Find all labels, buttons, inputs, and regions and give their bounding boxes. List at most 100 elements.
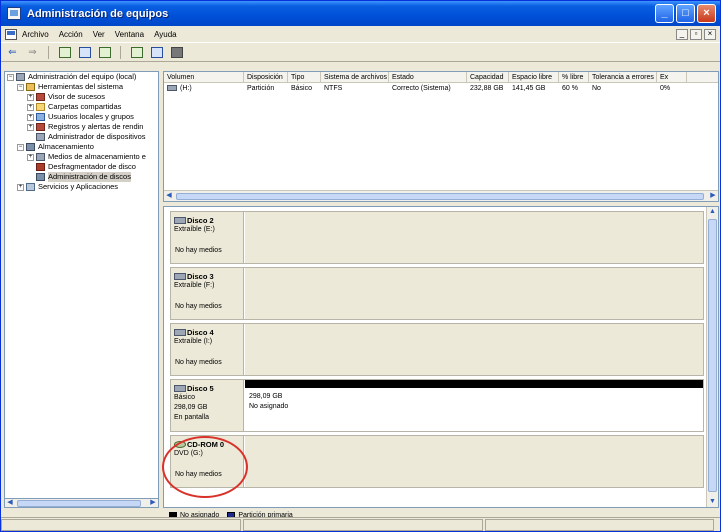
- mdi-minimize-button[interactable]: _: [676, 28, 688, 40]
- scroll-down-arrow-icon[interactable]: ▼: [707, 498, 718, 506]
- scroll-left-arrow-icon[interactable]: ◀: [5, 499, 15, 507]
- show-tree-icon[interactable]: [77, 45, 92, 59]
- expand-icon[interactable]: +: [27, 123, 34, 131]
- unallocated-region[interactable]: 298,09 GB No asignado: [245, 380, 703, 431]
- disk-row[interactable]: Disco 2 Extraíble (E:) No hay medios: [170, 211, 704, 264]
- scroll-left-arrow-icon[interactable]: ◀: [164, 192, 174, 200]
- tree-item[interactable]: + Carpetas compartidas: [5, 102, 158, 112]
- collapse-icon[interactable]: −: [17, 143, 24, 151]
- mdi-restore-button[interactable]: ▫: [690, 28, 702, 40]
- minimize-button[interactable]: _: [655, 4, 674, 23]
- column-header[interactable]: Tipo: [288, 72, 321, 82]
- menu-ayuda[interactable]: Ayuda: [154, 30, 177, 39]
- scroll-right-arrow-icon[interactable]: ▶: [148, 499, 158, 507]
- disk-vertical-scrollbar[interactable]: ▲ ▼: [706, 207, 718, 507]
- tree-item[interactable]: − Herramientas del sistema: [5, 82, 158, 92]
- tree-item-label: Carpetas compartidas: [48, 102, 122, 111]
- menu-accion[interactable]: Acción: [59, 30, 83, 39]
- disk-region[interactable]: [245, 212, 703, 263]
- child-window-icon[interactable]: [5, 28, 17, 40]
- disk-name: Disco 2: [187, 215, 214, 225]
- column-header[interactable]: Capacidad: [467, 72, 509, 82]
- properties-icon[interactable]: [149, 45, 164, 59]
- disk-graphical-view: ▲ ▼ Disco 2 Extraíble (E:) No hay medios Di…: [163, 206, 719, 508]
- tree-horizontal-scrollbar[interactable]: ◀ ▶: [4, 498, 159, 508]
- disk-region[interactable]: [245, 268, 703, 319]
- maximize-button[interactable]: □: [676, 4, 695, 23]
- tree-item[interactable]: + Registros y alertas de rendin: [5, 122, 158, 132]
- help-icon[interactable]: [129, 45, 144, 59]
- scroll-up-arrow-icon[interactable]: ▲: [707, 208, 718, 216]
- disk-row[interactable]: Disco 5 Básico 298,09 GB En pantalla 298,09 …: [170, 379, 704, 432]
- column-header[interactable]: % libre: [559, 72, 589, 82]
- unallocated-bar: [245, 380, 703, 388]
- expand-icon[interactable]: +: [27, 93, 34, 101]
- disk-name-line: Disco 2: [174, 215, 240, 225]
- column-header[interactable]: Estado: [389, 72, 467, 82]
- back-arrow-icon[interactable]: ⇐: [5, 45, 20, 59]
- column-header[interactable]: Disposición: [244, 72, 288, 82]
- removable-storage-icon: [36, 153, 45, 161]
- tree-item[interactable]: − Almacenamiento: [5, 142, 158, 152]
- volume-cell: 0%: [660, 85, 671, 92]
- disk-info[interactable]: Disco 5 Básico 298,09 GB En pantalla: [171, 380, 244, 431]
- disk-row[interactable]: CD-ROM 0 DVD (G:) No hay medios: [170, 435, 704, 488]
- tree-item[interactable]: + Usuarios locales y grupos: [5, 112, 158, 122]
- disk-detail: DVD (G:): [174, 450, 203, 457]
- scroll-thumb[interactable]: [17, 500, 141, 507]
- tree-item[interactable]: + Servicios y Aplicaciones: [5, 182, 158, 192]
- menu-ver[interactable]: Ver: [93, 30, 105, 39]
- expand-icon[interactable]: +: [27, 113, 34, 121]
- disk-name-line: Disco 5: [174, 383, 240, 393]
- close-button[interactable]: ×: [697, 4, 716, 23]
- cdrom-icon: [174, 440, 186, 448]
- tree-item[interactable]: − Administración del equipo (local): [5, 72, 158, 82]
- up-folder-icon[interactable]: [57, 45, 72, 59]
- menu-archivo[interactable]: Archivo: [22, 30, 49, 39]
- disk-region[interactable]: [245, 324, 703, 375]
- expand-icon[interactable]: +: [27, 153, 34, 161]
- tree-item[interactable]: Desfragmentador de disco: [5, 162, 158, 172]
- expand-icon[interactable]: +: [27, 103, 34, 111]
- menu-ventana[interactable]: Ventana: [115, 30, 144, 39]
- volume-cell: Correcto (Sistema): [392, 85, 451, 92]
- disk-name: CD-ROM 0: [187, 439, 225, 449]
- scroll-thumb[interactable]: [708, 219, 717, 492]
- tree-item[interactable]: + Visor de sucesos: [5, 92, 158, 102]
- disk-list-icon[interactable]: [169, 45, 184, 59]
- menu-bar: Archivo Acción Ver Ventana Ayuda _ ▫ ×: [1, 26, 720, 43]
- disk-info[interactable]: CD-ROM 0 DVD (G:) No hay medios: [171, 436, 244, 487]
- volume-cell: Básico: [291, 85, 313, 92]
- disk-row[interactable]: Disco 4 Extraíble (I:) No hay medios: [170, 323, 704, 376]
- column-header[interactable]: Sistema de archivos: [321, 72, 389, 82]
- disk-detail: 298,09 GB: [174, 404, 208, 411]
- column-header[interactable]: Tolerancia a errores: [589, 72, 657, 82]
- tree-item[interactable]: Administración de discos: [5, 172, 158, 182]
- export-list-icon[interactable]: [97, 45, 112, 59]
- volume-cell: 232,88 GB: [470, 85, 504, 92]
- disk-info[interactable]: Disco 2 Extraíble (E:) No hay medios: [171, 212, 244, 263]
- disk-info[interactable]: Disco 3 Extraíble (F:) No hay medios: [171, 268, 244, 319]
- storage-icon: [26, 143, 35, 151]
- forward-arrow-icon[interactable]: ⇒: [25, 45, 40, 59]
- disk-region[interactable]: [245, 436, 703, 487]
- collapse-icon[interactable]: −: [17, 83, 24, 91]
- collapse-icon[interactable]: −: [7, 73, 14, 81]
- column-header[interactable]: Espacio libre: [509, 72, 559, 82]
- volume-row[interactable]: (H:) Partición Básico NTFS Correcto (Sistema…: [164, 83, 718, 94]
- scroll-right-arrow-icon[interactable]: ▶: [708, 192, 718, 200]
- users-icon: [36, 113, 45, 121]
- tree-item[interactable]: Administrador de dispositivos: [5, 132, 158, 142]
- column-header[interactable]: Ex: [657, 72, 687, 82]
- toolbar-separator: [120, 45, 121, 59]
- title-bar[interactable]: Administración de equipos _ □ ×: [1, 1, 720, 26]
- partition-size: 298,09 GB: [249, 393, 283, 400]
- mdi-close-button[interactable]: ×: [704, 28, 716, 40]
- scroll-thumb[interactable]: [176, 193, 704, 200]
- volume-horizontal-scrollbar[interactable]: ◀ ▶: [164, 190, 718, 201]
- disk-info[interactable]: Disco 4 Extraíble (I:) No hay medios: [171, 324, 244, 375]
- tree-item[interactable]: + Medios de almacenamiento e: [5, 152, 158, 162]
- disk-row[interactable]: Disco 3 Extraíble (F:) No hay medios: [170, 267, 704, 320]
- expand-icon[interactable]: +: [17, 183, 24, 191]
- column-header[interactable]: Volumen: [164, 72, 244, 82]
